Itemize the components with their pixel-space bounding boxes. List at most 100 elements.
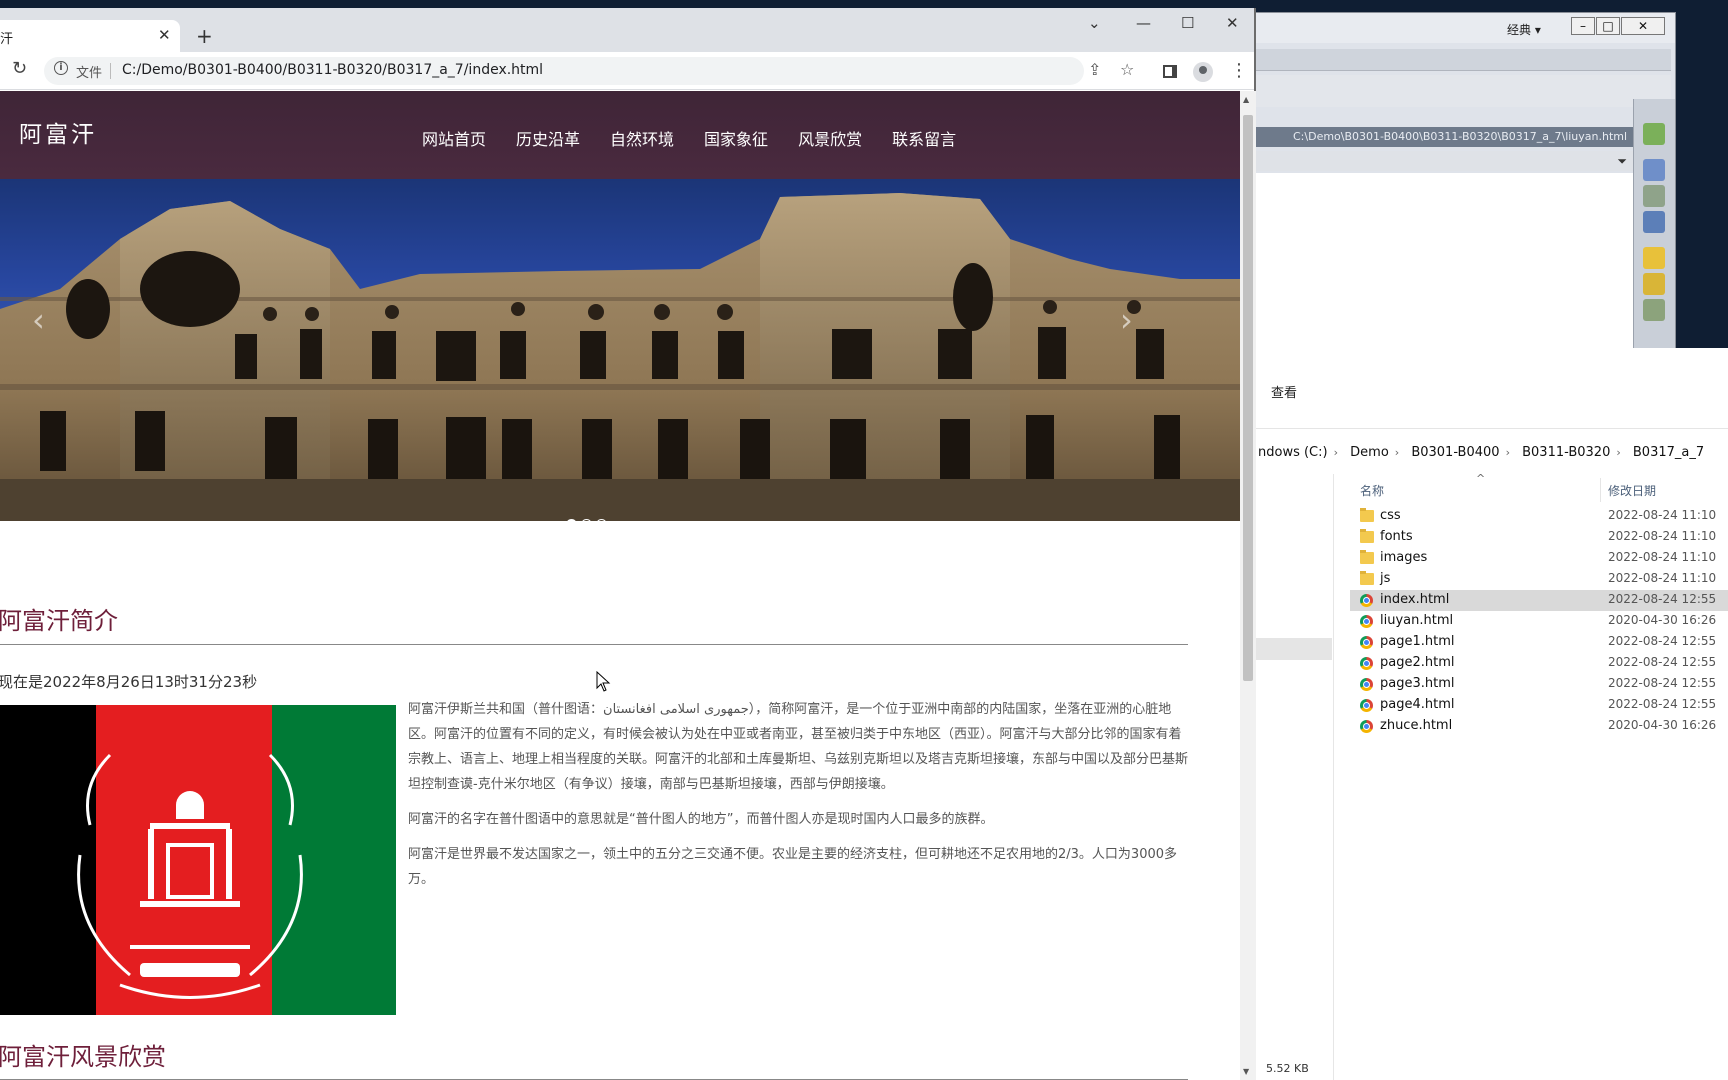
file-date: 2020-04-30 16:26 (1608, 718, 1717, 732)
file-row[interactable]: zhuce.html 2020-04-30 16:26 (1350, 716, 1728, 737)
minimize-button[interactable]: — (1136, 14, 1151, 32)
url-divider (110, 63, 111, 79)
file-row[interactable]: page3.html 2022-08-24 12:55 (1350, 674, 1728, 695)
file-name: images (1380, 550, 1428, 565)
file-name: index.html (1380, 592, 1450, 607)
editor-close-button[interactable]: ✕ (1621, 17, 1665, 35)
palace-ruins-image (0, 193, 1240, 521)
intro-paragraph-3: 阿富汗是世界最不发达国家之一，领土中的五分之三交通不便。农业是主要的经济支柱，但… (408, 847, 1178, 887)
editor-minimize-button[interactable]: – (1571, 17, 1595, 35)
file-name: page3.html (1380, 676, 1455, 691)
nav-symbols[interactable]: 国家象征 (704, 126, 768, 150)
filter-icon[interactable]: ⏷ (1617, 154, 1627, 169)
chevron-right-icon: › (1505, 446, 1510, 459)
profile-icon[interactable] (1193, 62, 1213, 82)
editor-maximize-button[interactable]: □ (1596, 17, 1620, 35)
page-scrollbar[interactable]: ▲ ▼ (1240, 91, 1256, 1080)
share-icon[interactable]: ⇪ (1088, 60, 1101, 79)
tab-title: 汗 (0, 32, 14, 47)
tab-active[interactable]: 汗 ✕ (0, 20, 180, 52)
breadcrumb-b0301[interactable]: B0301-B0400 (1411, 445, 1499, 460)
scroll-up-icon[interactable]: ▲ (1243, 95, 1249, 104)
side-panel-icon[interactable] (1163, 65, 1177, 78)
file-date: 2022-08-24 12:55 (1608, 676, 1717, 690)
behaviors-icon[interactable] (1643, 273, 1665, 295)
maximize-button[interactable]: ☐ (1181, 14, 1194, 32)
file-name: liuyan.html (1380, 613, 1454, 628)
file-row[interactable]: page2.html 2022-08-24 12:55 (1350, 653, 1728, 674)
file-name: zhuce.html (1380, 718, 1453, 733)
breadcrumb-demo[interactable]: Demo (1350, 445, 1389, 460)
file-date: 2022-08-24 11:10 (1608, 529, 1717, 543)
assets-icon[interactable] (1643, 123, 1665, 145)
carousel-dot-1[interactable] (566, 519, 577, 521)
column-divider[interactable] (1600, 478, 1601, 502)
file-row[interactable]: css 2022-08-24 11:10 (1350, 506, 1728, 527)
file-date: 2020-04-30 16:26 (1608, 613, 1717, 627)
editor-layout-menu[interactable]: 经典 ▾ (1507, 21, 1541, 38)
chevron-right-icon: › (1394, 446, 1400, 459)
nav-home[interactable]: 网站首页 (422, 126, 486, 150)
browser-window: 汗 ✕ + ⌄ — ☐ ✕ ↻ i 文件 C:/Demo/B0301-B0400… (0, 8, 1256, 1080)
file-row[interactable]: liuyan.html 2020-04-30 16:26 (1350, 611, 1728, 632)
column-header: 名称 ^ 修改日期 (1350, 472, 1728, 502)
editor-path-bar: C:\Demo\B0301-B0400\B0311-B0320\B0317_a_… (1241, 127, 1633, 147)
chrome-icon (1360, 678, 1373, 691)
breadcrumb-current[interactable]: B0317_a_7 (1633, 445, 1704, 460)
folder-icon (1360, 571, 1374, 585)
library-icon[interactable] (1643, 247, 1665, 269)
file-explorer: 查看 ndows (C:) › Demo › B0301-B0400 › B0311-… (1256, 348, 1728, 1080)
file-row-selected[interactable]: index.html 2022-08-24 12:55 (1350, 590, 1728, 611)
file-date: 2022-08-24 12:55 (1608, 655, 1717, 669)
scroll-thumb[interactable] (1243, 115, 1253, 681)
mouse-cursor-icon (596, 671, 611, 692)
star-icon[interactable]: ☆ (1120, 60, 1134, 79)
address-bar[interactable]: i 文件 C:/Demo/B0301-B0400/B0311-B0320/B03… (44, 57, 1134, 85)
editor-side-toolbar (1633, 99, 1675, 353)
intro-text: 阿富汗伊斯兰共和国（普什图语：جمهوری اسلامی افغانستان），… (408, 697, 1188, 902)
nav-selected-item[interactable] (1256, 638, 1332, 660)
file-row[interactable]: images 2022-08-24 11:10 (1350, 548, 1728, 569)
scroll-down-icon[interactable]: ▼ (1243, 1067, 1249, 1076)
carousel-banner[interactable]: ‹ › (0, 179, 1240, 521)
kebab-menu-icon[interactable]: ⋮ (1230, 60, 1248, 81)
carousel-prev-icon[interactable]: ‹ (32, 301, 45, 339)
file-row[interactable]: fonts 2022-08-24 11:10 (1350, 527, 1728, 548)
column-date[interactable]: 修改日期 (1608, 482, 1656, 499)
section-title-scenery: 阿富汗风景欣赏 (0, 1043, 166, 1071)
ribbon-tab-view[interactable]: 查看 (1271, 382, 1297, 401)
breadcrumb-b0311[interactable]: B0311-B0320 (1522, 445, 1610, 460)
nav-scenery[interactable]: 风景欣赏 (798, 126, 862, 150)
close-button[interactable]: ✕ (1226, 14, 1239, 32)
intro-paragraph-1: 阿富汗伊斯兰共和国（普什图语：جمهوری اسلامی افغانستان），… (408, 702, 1189, 792)
chrome-icon (1360, 720, 1373, 733)
settings-icon[interactable] (1643, 299, 1665, 321)
editor-path: C:\Demo\B0301-B0400\B0311-B0320\B0317_a_… (1293, 130, 1628, 143)
address-breadcrumb[interactable]: ndows (C:) › Demo › B0301-B0400 › B0311-B03… (1256, 440, 1728, 466)
file-date: 2022-08-24 12:55 (1608, 634, 1717, 648)
reload-icon[interactable]: ↻ (12, 58, 27, 79)
file-row[interactable]: js 2022-08-24 11:10 (1350, 569, 1728, 590)
column-name[interactable]: 名称 (1360, 482, 1384, 499)
carousel-next-icon[interactable]: › (1120, 301, 1133, 339)
url-text[interactable]: C:/Demo/B0301-B0400/B0311-B0320/B0317_a_… (122, 62, 543, 78)
components-icon[interactable] (1643, 159, 1665, 181)
file-date: 2022-08-24 12:55 (1608, 592, 1717, 606)
file-row[interactable]: page1.html 2022-08-24 12:55 (1350, 632, 1728, 653)
chrome-icon (1360, 615, 1373, 628)
tab-search-icon[interactable]: ⌄ (1088, 14, 1101, 32)
breadcrumb-drive[interactable]: ndows (C:) (1258, 445, 1328, 460)
nav-history[interactable]: 历史沿革 (516, 126, 580, 150)
nav-contact[interactable]: 联系留言 (892, 126, 956, 150)
carousel-dot-2[interactable] (581, 519, 592, 521)
carousel-dot-3[interactable] (596, 519, 607, 521)
close-icon[interactable]: ✕ (158, 26, 171, 44)
folder-icon (1360, 529, 1374, 543)
site-logo[interactable]: 阿富汗 (19, 115, 97, 149)
new-tab-button[interactable]: + (196, 24, 213, 48)
reference-icon[interactable] (1643, 211, 1665, 233)
file-row[interactable]: page4.html 2022-08-24 12:55 (1350, 695, 1728, 716)
nav-nature[interactable]: 自然环境 (610, 126, 674, 150)
snippets-icon[interactable] (1643, 185, 1665, 207)
info-icon[interactable]: i (54, 61, 68, 75)
